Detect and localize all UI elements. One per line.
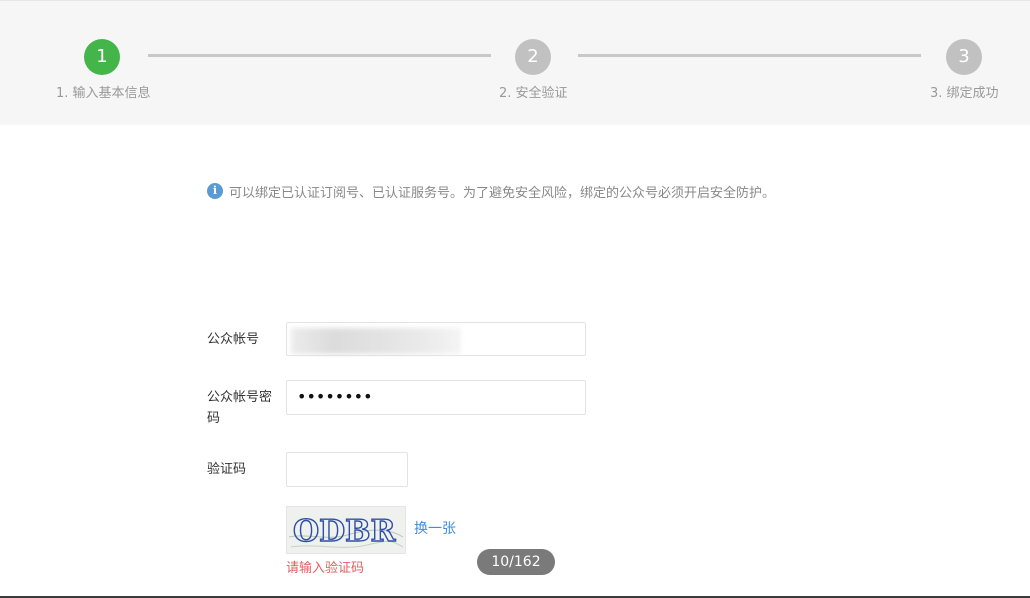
captcha-input[interactable]: [286, 452, 408, 487]
captcha-label: 验证码: [207, 462, 247, 477]
captcha-text: ODBR: [293, 514, 397, 549]
progress-stepper: 1 2 3 1. 输入基本信息 2. 安全验证 3. 绑定成功: [0, 0, 1030, 125]
password-input[interactable]: ••••••••: [286, 380, 586, 415]
page-counter-badge: 10/162: [477, 549, 555, 575]
step-1-circle: 1: [84, 39, 120, 75]
step-2-label: 2. 安全验证: [499, 86, 568, 101]
step-1-label: 1. 输入基本信息: [56, 86, 151, 101]
notice-text: 可以绑定已认证订阅号、已认证服务号。为了避免安全风险，绑定的公众号必须开启安全防…: [229, 185, 776, 201]
password-value: ••••••••: [297, 387, 373, 406]
info-notice: i 可以绑定已认证订阅号、已认证服务号。为了避免安全风险，绑定的公众号必须开启安…: [207, 181, 775, 201]
account-input[interactable]: [286, 322, 586, 356]
step-3-label: 3. 绑定成功: [930, 86, 999, 101]
step-connector-2: [578, 54, 921, 57]
password-label-line1: 公众帐号密: [207, 390, 273, 405]
account-value-redacted: [291, 328, 461, 354]
info-icon: i: [207, 183, 223, 199]
password-label-line2: 码: [207, 411, 221, 426]
captcha-error-message: 请输入验证码: [286, 561, 365, 576]
page: 1 2 3 1. 输入基本信息 2. 安全验证 3. 绑定成功 i 可以绑定已认…: [0, 0, 1030, 598]
step-connector-1: [148, 54, 491, 57]
step-2-circle: 2: [515, 39, 551, 75]
step-3-circle: 3: [946, 39, 982, 75]
refresh-captcha-link[interactable]: 换一张: [414, 518, 456, 538]
account-label: 公众帐号: [207, 332, 260, 347]
password-label: 公众帐号密 码: [207, 387, 272, 429]
captcha-image[interactable]: ODBR: [286, 506, 406, 554]
